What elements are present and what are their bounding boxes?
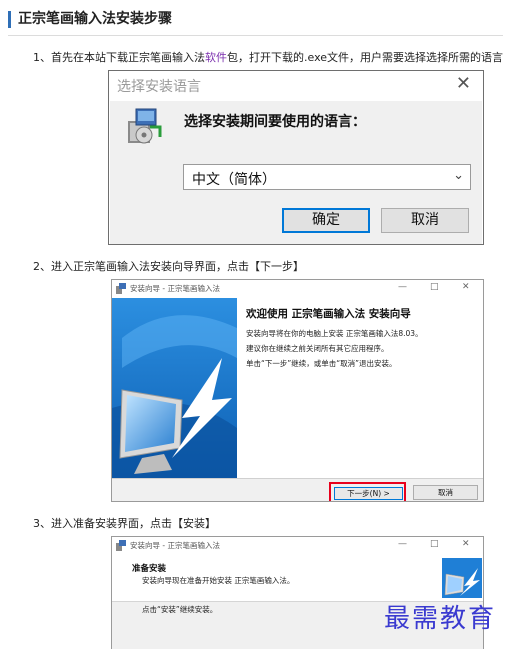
step-1-before-link: 1、首先在本站下载正宗笔画输入法 (33, 51, 205, 64)
step-2-text: 2、进入正宗笔画输入法安装向导界面，点击【下一步】 (33, 260, 304, 273)
wizard-line-3: 单击“下一步”继续，或单击“取消”退出安装。 (246, 359, 397, 368)
step-1-after-link: 包，打开下载的.exe文件，用户需要选择选择所需的语言 (227, 51, 504, 64)
site-watermark: 最需教育 (384, 604, 497, 634)
close-icon[interactable]: ✕ (462, 282, 470, 292)
wizard-line-2: 建议你在继续之前关闭所有其它应用程序。 (246, 344, 389, 353)
ready-subheading: 安装向导现在准备开始安装 正宗笔画输入法。 (142, 576, 295, 585)
setup-wizard-screenshot: 安装向导 - 正宗笔画输入法 — □ ✕ 欢迎使用 正宗笔画输入法 安装向导 安… (111, 279, 484, 502)
installer-app-icon (116, 283, 126, 294)
monitor-arrow-icon (112, 298, 237, 478)
language-select[interactable]: 中文（简体） ⌄ (183, 164, 471, 190)
wizard-footer: 下一步(N) > 取消 (112, 478, 483, 501)
dialog-body: 选择安装期间要使用的语言： 中文（简体） ⌄ 确定 取消 (110, 101, 482, 244)
software-link[interactable]: 软件 (205, 51, 227, 64)
wizard-heading: 欢迎使用 正宗笔画输入法 安装向导 (246, 308, 411, 320)
minimize-icon[interactable]: — (398, 282, 407, 292)
ready-body-text: 点击“安装”继续安装。 (142, 605, 218, 614)
article-title: 正宗笔画输入法安装步骤 (18, 11, 172, 27)
dialog-title: 选择安装语言 (117, 79, 201, 95)
close-icon[interactable]: ✕ (456, 73, 471, 94)
ok-button[interactable]: 确定 (282, 208, 370, 233)
minimize-icon[interactable]: — (398, 539, 407, 549)
article-title-bar: 正宗笔画输入法安装步骤 (8, 6, 503, 36)
ready-titlebar: 安装向导 - 正宗笔画输入法 — □ ✕ (112, 537, 483, 555)
monitor-arrow-icon (442, 558, 482, 598)
title-accent-bar (8, 11, 11, 28)
wizard-titlebar: 安装向导 - 正宗笔画输入法 — □ ✕ (112, 280, 483, 298)
chevron-down-icon: ⌄ (453, 168, 464, 183)
title-divider (8, 35, 503, 36)
installer-app-icon (116, 540, 126, 551)
maximize-icon[interactable]: □ (430, 282, 439, 292)
wizard-line-1: 安装向导将在你的电脑上安装 正宗笔画输入法8.03。 (246, 329, 423, 338)
ready-heading: 准备安装 (132, 564, 167, 574)
maximize-icon[interactable]: □ (430, 539, 439, 549)
cancel-button[interactable]: 取消 (413, 485, 478, 500)
language-prompt: 选择安装期间要使用的语言： (184, 114, 366, 130)
highlight-box: 下一步(N) > (329, 482, 406, 501)
wizard-title: 安装向导 - 正宗笔画输入法 (130, 284, 220, 293)
installer-package-icon (128, 108, 162, 144)
ready-title: 安装向导 - 正宗笔画输入法 (130, 541, 220, 550)
step-3-text: 3、进入准备安装界面，点击【安装】 (33, 517, 216, 530)
step-1-text: 1、首先在本站下载正宗笔画输入法软件包，打开下载的.exe文件，用户需要选择选择… (33, 51, 503, 65)
cancel-button[interactable]: 取消 (381, 208, 469, 233)
language-dialog-screenshot: 选择安装语言 ✕ 选择安装期间要使用的语言： 中文（简体） ⌄ 确定 取消 (108, 70, 484, 245)
selected-language: 中文（简体） (192, 172, 276, 188)
close-icon[interactable]: ✕ (462, 539, 470, 549)
ready-header: 准备安装 安装向导现在准备开始安装 正宗笔画输入法。 (112, 555, 483, 602)
next-button[interactable]: 下一步(N) > (334, 487, 403, 500)
